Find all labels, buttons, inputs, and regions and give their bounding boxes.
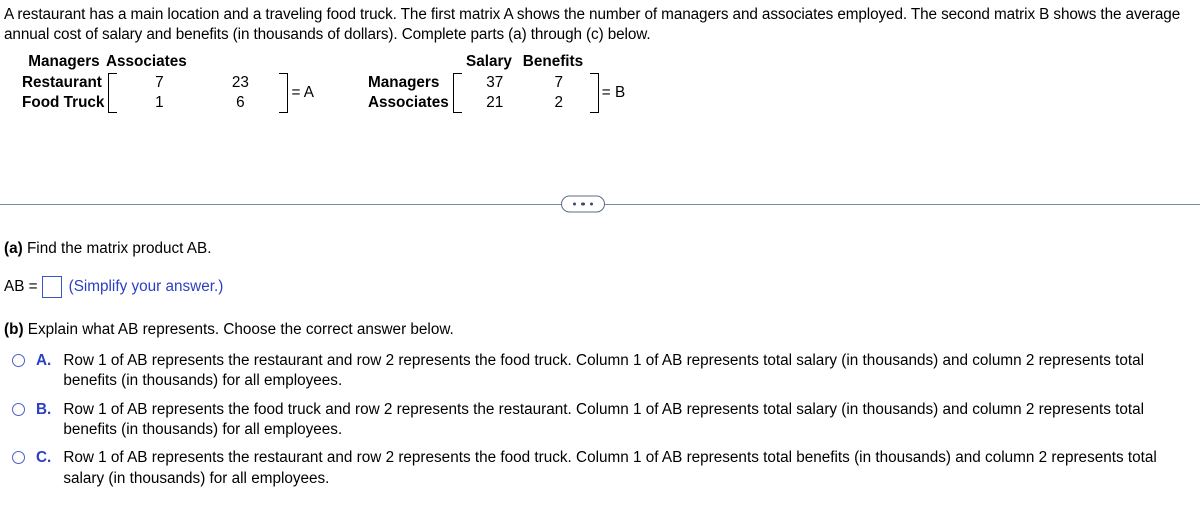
matrix-b-row-labels: Managers Associates xyxy=(368,73,453,113)
option-a[interactable]: A. Row 1 of AB represents the restaurant… xyxy=(4,351,1192,392)
matrix-b-col-header-1: Salary xyxy=(466,52,512,70)
parts-container: (a) Find the matrix product AB. AB = (Si… xyxy=(0,239,1200,489)
matrix-a: Managers Associates Restaurant Food Truc… xyxy=(22,52,314,113)
option-b-letter: B. xyxy=(36,400,52,418)
matrix-b: Salary Benefits Managers Associates 37 7… xyxy=(368,52,625,113)
option-b[interactable]: B. Row 1 of AB represents the food truck… xyxy=(4,400,1192,441)
option-a-text: Row 1 of AB represents the restaurant an… xyxy=(63,352,1145,390)
matrix-a-cell-2-2: 6 xyxy=(236,93,245,111)
ab-answer-input[interactable] xyxy=(41,275,62,298)
answer-options: A. Row 1 of AB represents the restaurant… xyxy=(4,351,1192,489)
matrix-a-col-header-2: Associates xyxy=(106,52,187,70)
matrix-b-row-label-2: Associates xyxy=(367,93,449,111)
matrix-b-left-bracket xyxy=(452,72,462,113)
matrix-a-row-label-1: Restaurant xyxy=(22,74,102,92)
ellipsis-dot-icon xyxy=(589,202,593,206)
matrix-a-right-bracket xyxy=(279,72,289,113)
part-b-label: (b) xyxy=(4,320,24,338)
part-a-title-text: Find the matrix product AB. xyxy=(22,239,212,257)
matrix-a-left-bracket xyxy=(108,72,118,113)
matrix-a-row-2: 1 6 xyxy=(117,93,279,113)
matrix-a-cell-2-1: 1 xyxy=(155,93,164,111)
option-a-letter: A. xyxy=(36,352,52,369)
ellipsis-dot-icon xyxy=(581,202,585,206)
matrix-a-column-headers: Managers Associates xyxy=(22,52,187,72)
part-a-heading: (a) Find the matrix product AB. xyxy=(4,239,1192,259)
matrix-a-cell-1-1: 7 xyxy=(155,73,164,91)
simplify-hint: (Simplify your answer.) xyxy=(68,277,224,295)
radio-button-b[interactable] xyxy=(12,402,25,416)
matrix-b-row-2: 21 2 xyxy=(462,93,590,113)
matrix-b-row-1: 37 7 xyxy=(462,73,590,93)
part-a-label: (a) xyxy=(4,239,23,257)
matrix-a-cell-1-2: 23 xyxy=(231,73,249,91)
matrix-b-column-headers: Salary Benefits xyxy=(368,52,584,72)
section-divider xyxy=(0,189,1200,219)
part-b-title-text: Explain what AB represents. Choose the c… xyxy=(23,320,454,338)
ellipsis-dot-icon xyxy=(573,202,577,206)
matrix-b-cell-2-2: 2 xyxy=(554,93,564,111)
part-a-answer-row: AB = (Simplify your answer.) xyxy=(4,275,1192,298)
matrix-b-equals-label: = B xyxy=(601,83,626,101)
expand-ellipsis-button[interactable] xyxy=(561,195,605,213)
option-b-text: Row 1 of AB represents the food truck an… xyxy=(63,400,1145,439)
matrix-b-cell-1-2: 7 xyxy=(554,73,564,91)
problem-statement: A restaurant has a main location and a t… xyxy=(4,6,1181,44)
matrix-area: Managers Associates Restaurant Food Truc… xyxy=(0,46,1200,113)
option-c-letter: C. xyxy=(36,449,52,467)
matrix-b-right-bracket xyxy=(589,72,599,113)
matrix-a-row-label-2: Food Truck xyxy=(22,93,105,111)
matrix-b-cells: 37 7 21 2 xyxy=(462,73,590,113)
option-c[interactable]: C. Row 1 of AB represents the restaurant… xyxy=(4,448,1192,489)
matrix-b-row-label-1: Managers xyxy=(367,74,440,92)
matrix-b-cell-2-1: 21 xyxy=(486,93,504,111)
matrix-a-row-labels: Restaurant Food Truck xyxy=(22,73,108,113)
matrix-b-col-header-2: Benefits xyxy=(522,52,584,70)
matrix-a-row-1: 7 23 xyxy=(117,73,279,93)
matrix-a-cells: 7 23 1 6 xyxy=(117,73,279,113)
ab-equals-prefix: AB = xyxy=(4,277,38,295)
matrix-a-col-header-1: Managers xyxy=(28,52,100,70)
option-c-text: Row 1 of AB represents the restaurant an… xyxy=(63,449,1157,487)
part-b-heading: (b) Explain what AB represents. Choose t… xyxy=(4,320,1192,340)
matrix-a-equals-label: = A xyxy=(291,83,314,101)
radio-button-c[interactable] xyxy=(12,451,25,465)
radio-button-a[interactable] xyxy=(12,354,25,367)
matrix-b-cell-1-1: 37 xyxy=(486,73,504,91)
